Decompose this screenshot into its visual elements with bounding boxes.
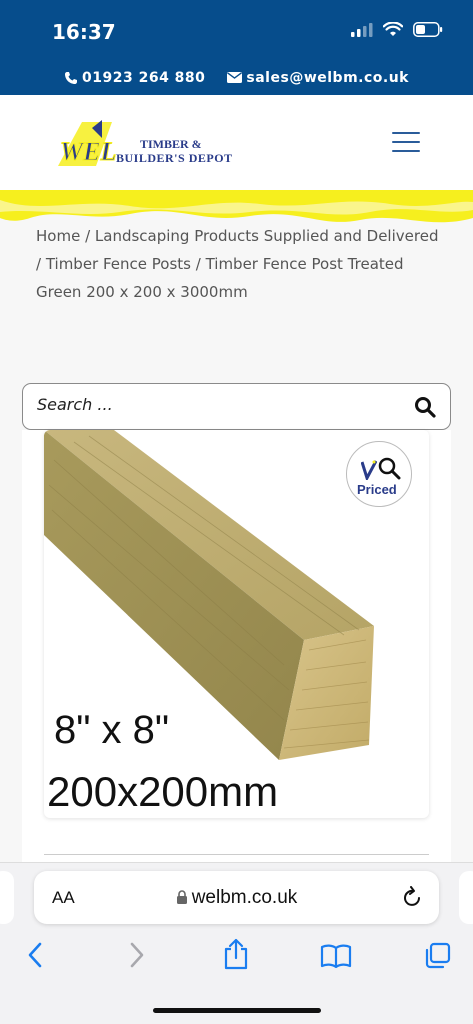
badge-check-icon: [361, 460, 377, 480]
home-indicator: [153, 1008, 321, 1013]
product-dimension-mm: 200x200mm: [47, 768, 279, 815]
signal-icon: [351, 22, 373, 37]
hamburger-menu-icon[interactable]: [392, 132, 420, 154]
bookmarks-icon[interactable]: [320, 943, 352, 969]
lock-icon: [176, 890, 187, 904]
back-icon[interactable]: [26, 940, 44, 970]
badge-text: Priced: [357, 482, 397, 497]
status-time: 16:37: [52, 20, 116, 44]
breadcrumb-separator: /: [80, 227, 95, 245]
contact-bar: 01923 264 880 sales@welbm.co.uk: [0, 60, 473, 95]
phone-link[interactable]: 01923 264 880: [64, 70, 205, 86]
logo-line2: BUILDER'S DEPOT: [116, 151, 233, 165]
search-box: [22, 383, 451, 430]
forward-icon[interactable]: [128, 940, 146, 970]
breadcrumb-home[interactable]: Home: [36, 227, 80, 245]
address-bar[interactable]: AA welbm.co.uk: [34, 871, 439, 924]
next-tab-pill[interactable]: [459, 871, 473, 924]
logo-graphic: WEL TIMBER & BUILDER'S DEPOT: [58, 120, 233, 167]
email-link[interactable]: sales@welbm.co.uk: [227, 70, 409, 86]
status-bar: 16:37: [0, 0, 473, 60]
status-indicators: [351, 22, 443, 37]
phone-icon: [65, 71, 77, 84]
url-text: welbm.co.uk: [191, 887, 298, 908]
phone-number: 01923 264 880: [82, 69, 206, 86]
breadcrumb-separator: /: [36, 255, 46, 273]
search-input[interactable]: [37, 395, 397, 414]
share-icon[interactable]: [223, 938, 249, 970]
breadcrumb-fence-posts[interactable]: Timber Fence Posts: [46, 255, 191, 273]
breadcrumb-separator: /: [190, 255, 206, 273]
price-badge[interactable]: Priced: [346, 441, 412, 507]
url-display: welbm.co.uk: [34, 887, 439, 909]
wifi-icon: [383, 22, 403, 36]
email-address: sales@welbm.co.uk: [246, 69, 409, 86]
search-icon[interactable]: [414, 396, 436, 418]
previous-tab-pill[interactable]: [0, 871, 14, 924]
logo-mark: WEL: [60, 137, 116, 166]
zoom-icon[interactable]: [377, 456, 401, 480]
breadcrumb-landscaping[interactable]: Landscaping Products Supplied and Delive…: [95, 227, 439, 245]
product-dimension-inches: 8" x 8": [54, 708, 170, 752]
breadcrumb: Home / Landscaping Products Supplied and…: [36, 222, 446, 306]
section-divider: [44, 854, 429, 855]
envelope-icon: [227, 72, 243, 83]
site-logo[interactable]: WEL TIMBER & BUILDER'S DEPOT: [52, 118, 242, 170]
logo-line1: TIMBER &: [140, 137, 202, 151]
battery-icon: [413, 22, 443, 37]
reload-icon[interactable]: [403, 886, 423, 908]
tabs-icon[interactable]: [423, 942, 451, 970]
